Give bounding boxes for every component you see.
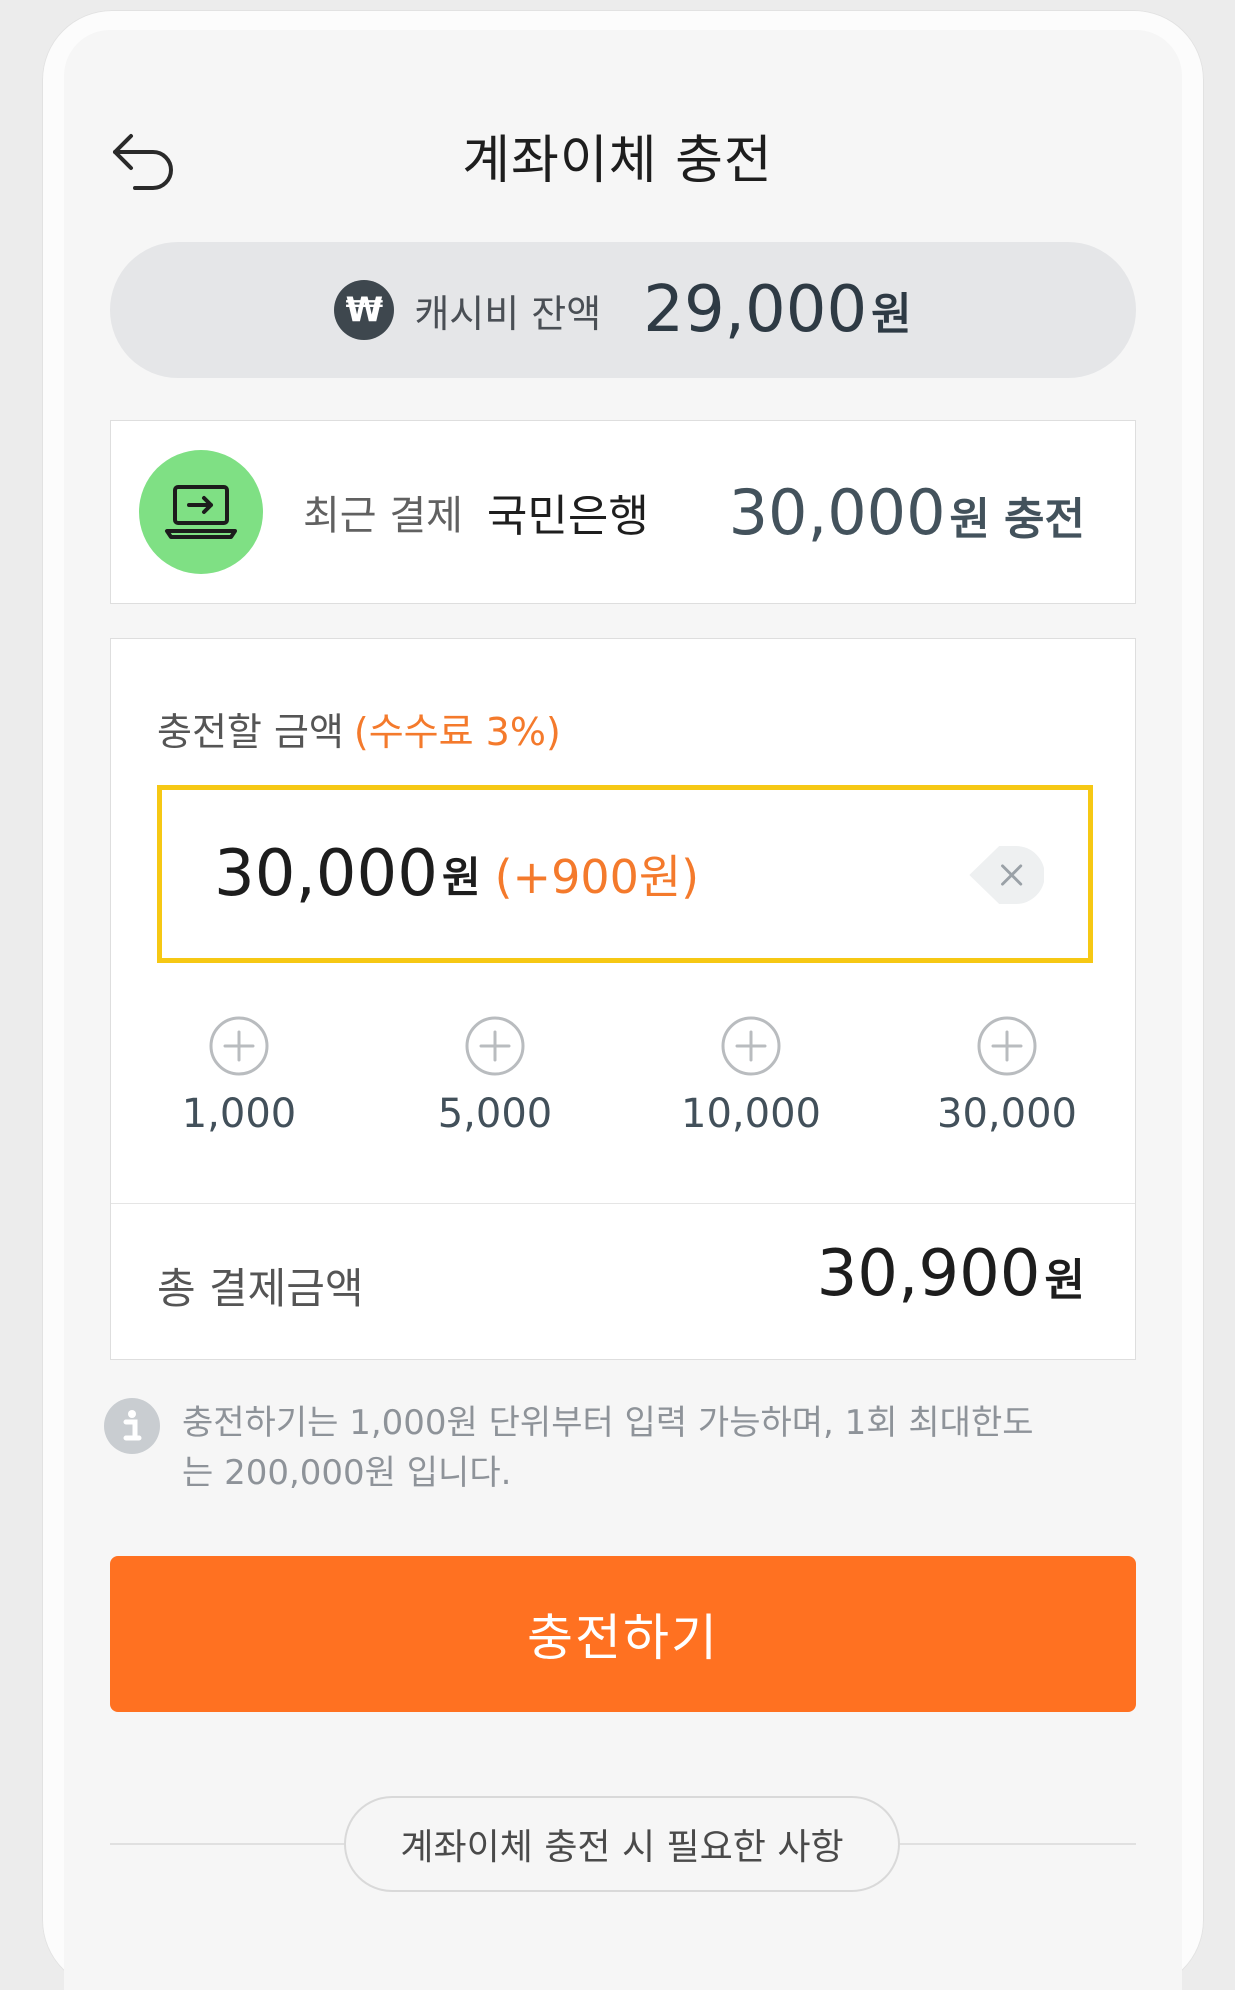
charge-amount-input[interactable]: 30,000 원 (+900원) [157, 785, 1093, 963]
recent-charge-action: 충전 [1004, 493, 1085, 545]
quick-add-1000[interactable]: 1,000 [111, 1015, 367, 1137]
total-payment-label: 총 결제금액 [157, 1264, 364, 1313]
plus-circle-icon [465, 1016, 525, 1076]
clear-input-button[interactable] [966, 836, 1044, 914]
info-icon [104, 1398, 160, 1454]
balance-unit: 원 [871, 289, 912, 340]
charge-button[interactable]: 충전하기 [110, 1556, 1136, 1712]
plus-circle-icon [721, 1016, 781, 1076]
recent-amount-unit: 원 [949, 493, 991, 545]
recent-payment-card[interactable]: 최근 결제 국민은행 30,000 원 충전 [110, 420, 1136, 604]
charge-amount-card: 충전할 금액 (수수료 3%) 30,000 원 (+900원) 1,000 5,… [110, 638, 1136, 1360]
plus-circle-icon [209, 1016, 269, 1076]
quick-add-10000[interactable]: 10,000 [623, 1015, 879, 1137]
laptop-transfer-icon [139, 450, 263, 574]
quick-add-label: 5,000 [437, 1091, 553, 1137]
balance-label: 캐시비 잔액 [414, 291, 602, 336]
recent-charge-amount: 30,000 원 충전 [729, 476, 1085, 549]
balance-banner: ₩ 캐시비 잔액 29,000 원 [110, 242, 1136, 378]
quick-add-5000[interactable]: 5,000 [367, 1015, 623, 1137]
total-amount-value: 30,900 [816, 1237, 1041, 1311]
quick-add-label: 30,000 [937, 1091, 1077, 1137]
recent-amount-value: 30,000 [728, 475, 946, 549]
quick-add-30000[interactable]: 30,000 [879, 1015, 1135, 1137]
fee-rate-label: (수수료 3%) [353, 710, 561, 754]
charge-notice: 충전하기는 1,000원 단위부터 입력 가능하며, 1회 최대한도는 200,… [104, 1398, 1104, 1498]
notice-text: 충전하기는 1,000원 단위부터 입력 가능하며, 1회 최대한도는 200,… [182, 1403, 1034, 1493]
divider [111, 1203, 1135, 1204]
charge-label-text: 충전할 금액 [157, 710, 344, 754]
page-title: 계좌이체 충전 [462, 131, 773, 191]
amount-fee-value: (+900원) [494, 850, 700, 904]
recent-payment-label: 최근 결제 [303, 493, 463, 539]
total-amount-unit: 원 [1044, 1255, 1085, 1306]
total-payment-amount: 30,900 원 [817, 1237, 1085, 1311]
quick-add-buttons: 1,000 5,000 10,000 30,000 [111, 1015, 1135, 1137]
balance-amount: 29,000 [643, 273, 868, 347]
amount-input-unit: 원 [441, 852, 481, 902]
quick-add-label: 10,000 [681, 1091, 821, 1137]
charge-amount-label: 충전할 금액 (수수료 3%) [157, 701, 561, 756]
requirements-button[interactable]: 계좌이체 충전 시 필요한 사항 [344, 1796, 900, 1892]
plus-circle-icon [977, 1016, 1037, 1076]
amount-input-value: 30,000 [214, 837, 438, 911]
quick-add-label: 1,000 [181, 1091, 297, 1137]
clear-icon [969, 845, 1044, 905]
recent-bank-name: 국민은행 [486, 491, 649, 542]
won-icon: ₩ [334, 280, 395, 340]
